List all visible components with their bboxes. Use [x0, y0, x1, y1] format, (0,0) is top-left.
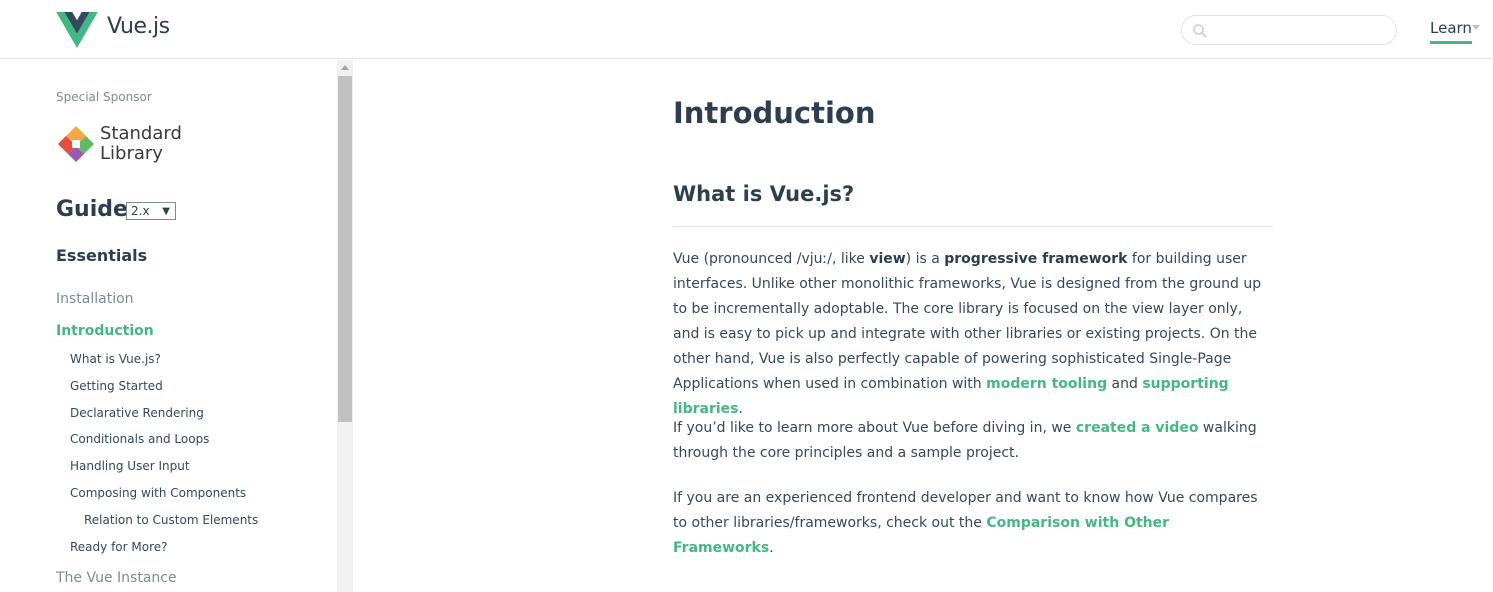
text: and — [1107, 376, 1143, 392]
modern-tooling-link[interactable]: modern tooling — [986, 376, 1107, 392]
version-value: 2.x — [131, 204, 150, 218]
section-title: What is Vue.js? — [673, 182, 855, 206]
vue-logo-icon[interactable] — [56, 12, 98, 48]
search-input[interactable] — [1214, 20, 1389, 40]
sidebar-item-introduction[interactable]: Introduction — [56, 323, 154, 339]
nav-learn-link[interactable]: Learn — [1430, 19, 1472, 44]
sponsor-name[interactable]: Standard Library — [100, 124, 182, 164]
guide-title: Guide — [56, 197, 128, 222]
search-icon — [1193, 24, 1207, 38]
standard-library-logo-icon[interactable] — [56, 124, 96, 164]
video-paragraph: If you’d like to learn more about Vue be… — [673, 416, 1273, 466]
comparison-paragraph: If you are an experienced frontend devel… — [673, 486, 1273, 561]
text: for building user interfaces. Unlike oth… — [673, 251, 1262, 392]
scroll-up-arrow-icon[interactable] — [341, 65, 349, 70]
sponsor-name-line1: Standard — [100, 123, 182, 144]
sponsor-label: Special Sponsor — [56, 90, 152, 104]
sidebar: Special Sponsor Standard Library Guide 2… — [0, 60, 337, 592]
sidebar-scrollbar[interactable] — [337, 60, 353, 592]
bold-text: progressive framework — [944, 251, 1128, 267]
text: . — [769, 540, 774, 556]
sidebar-item-vue-instance[interactable]: The Vue Instance — [56, 570, 177, 586]
sidebar-subitem-declarative-rendering[interactable]: Declarative Rendering — [70, 406, 204, 420]
sidebar-subitem-conditionals-loops[interactable]: Conditionals and Loops — [70, 432, 209, 446]
created-video-link[interactable]: created a video — [1076, 420, 1199, 436]
sidebar-item-installation[interactable]: Installation — [56, 291, 134, 307]
sidebar-subitem-custom-elements[interactable]: Relation to Custom Elements — [84, 513, 258, 527]
search-box[interactable] — [1181, 15, 1397, 45]
text: . — [738, 401, 743, 417]
sidebar-subitem-what-is-vue[interactable]: What is Vue.js? — [70, 352, 161, 366]
intro-paragraph: Vue (pronounced /vjuː/, like view) is a … — [673, 247, 1273, 422]
page-title: Introduction — [673, 96, 876, 130]
sidebar-subitem-composing-components[interactable]: Composing with Components — [70, 486, 246, 500]
sidebar-subitem-handling-input[interactable]: Handling User Input — [70, 459, 190, 473]
bold-text: view — [869, 251, 906, 267]
scrollbar-thumb[interactable] — [338, 76, 352, 422]
sponsor-name-line2: Library — [100, 143, 163, 164]
text: Vue (pronounced /vjuː/, like — [673, 251, 870, 267]
text: If you’d like to learn more about Vue be… — [673, 420, 1076, 436]
sidebar-section-essentials: Essentials — [56, 246, 148, 265]
section-divider — [673, 226, 1273, 227]
text: ) is a — [905, 251, 945, 267]
dropdown-arrow-icon: ▼ — [162, 206, 170, 217]
sidebar-subitem-getting-started[interactable]: Getting Started — [70, 379, 163, 393]
text: If you are an experienced frontend devel… — [673, 490, 1258, 531]
version-select[interactable]: 2.x ▼ — [126, 202, 176, 220]
top-header: Vue.js Learn — [0, 0, 1493, 59]
sidebar-subitem-ready-for-more[interactable]: Ready for More? — [70, 540, 168, 554]
brand-title[interactable]: Vue.js — [107, 14, 170, 39]
chevron-down-icon[interactable] — [1472, 25, 1480, 30]
